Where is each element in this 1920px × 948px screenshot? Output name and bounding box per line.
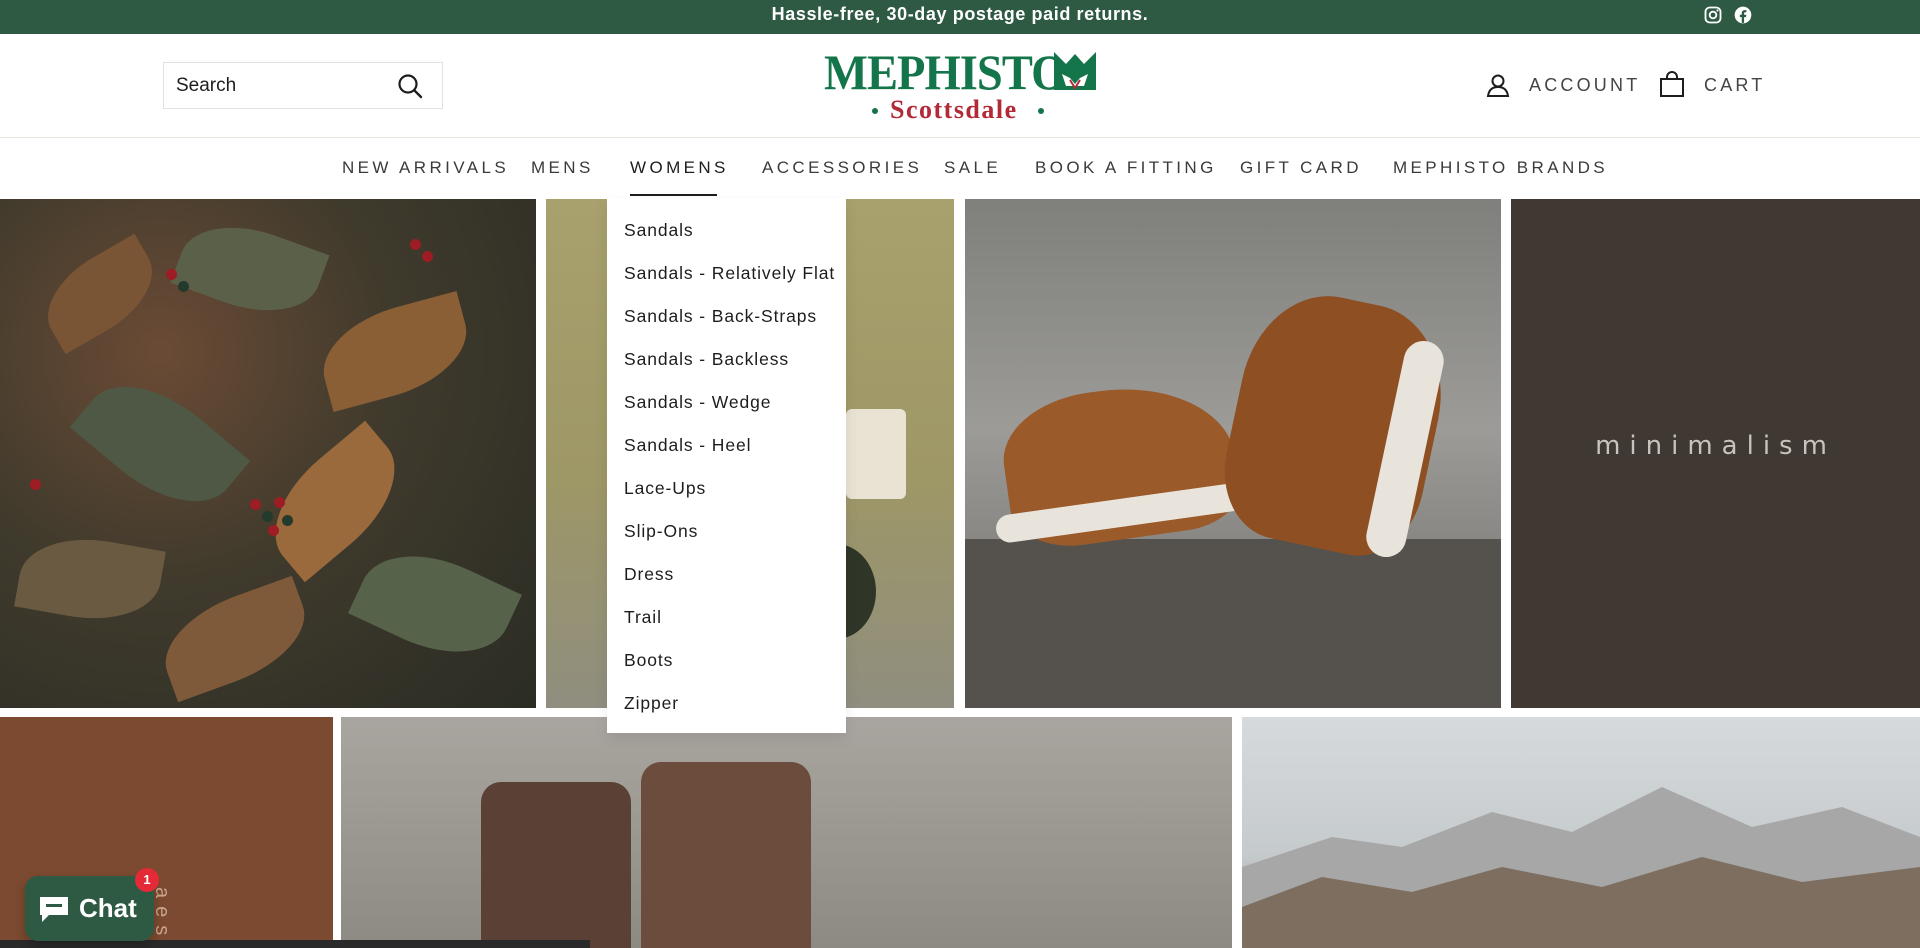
announcement-bar: Hassle-free, 30-day postage paid returns… xyxy=(0,0,1920,34)
logo-dot xyxy=(872,108,878,114)
account-link[interactable]: ACCOUNT xyxy=(1485,60,1640,110)
bottom-bar xyxy=(0,940,590,948)
facebook-icon[interactable] xyxy=(1733,5,1753,25)
berry xyxy=(274,497,285,508)
logo-wordmark: MEPHISTO xyxy=(824,44,1067,100)
user-icon xyxy=(1486,74,1510,97)
chat-label: Chat xyxy=(79,893,137,923)
boot-right xyxy=(641,762,811,948)
cart-link[interactable]: CART xyxy=(1658,60,1765,110)
berry xyxy=(268,525,279,536)
chat-button[interactable]: Chat xyxy=(25,876,154,941)
leaf-shape xyxy=(348,531,522,677)
boot-left xyxy=(481,782,631,948)
menu-item-boots[interactable]: Boots xyxy=(607,640,846,683)
menu-item-trail[interactable]: Trail xyxy=(607,597,846,640)
site-logo[interactable]: MEPHISTO Scottsdale xyxy=(820,46,1100,124)
candle-shape xyxy=(846,409,906,499)
nav-item-sale[interactable]: SALE xyxy=(944,138,1001,198)
nav-item-mephisto-brands[interactable]: MEPHISTO BRANDS xyxy=(1393,138,1608,198)
menu-item-sandals-backless[interactable]: Sandals - Backless xyxy=(607,339,846,382)
leaf-shape xyxy=(311,291,479,412)
leaf-shape xyxy=(14,527,166,631)
account-label: ACCOUNT xyxy=(1529,74,1641,95)
leaf-shape xyxy=(30,233,170,355)
logo-dot xyxy=(1038,108,1044,114)
logo-subtitle: Scottsdale xyxy=(890,95,1018,124)
search-input[interactable] xyxy=(164,63,384,108)
search-icon[interactable] xyxy=(396,72,424,100)
mephisto-logo-icon xyxy=(1054,52,1096,90)
menu-item-dress[interactable]: Dress xyxy=(607,554,846,597)
hero-tile-berries[interactable] xyxy=(0,199,536,708)
menu-item-sandals-wedge[interactable]: Sandals - Wedge xyxy=(607,382,846,425)
instagram-icon[interactable] xyxy=(1703,5,1723,25)
stone-floor xyxy=(965,539,1501,708)
berry xyxy=(30,479,41,490)
nav-item-mens[interactable]: MENS xyxy=(531,138,594,198)
menu-item-sandals-back-straps[interactable]: Sandals - Back-Straps xyxy=(607,296,846,339)
main-nav: NEW ARRIVALS MENS WOMENS ACCESSORIES SAL… xyxy=(0,138,1920,198)
menu-item-sandals[interactable]: Sandals xyxy=(607,210,846,253)
berry xyxy=(178,281,189,292)
search-box xyxy=(163,62,443,109)
site-header: MEPHISTO Scottsdale ACCOUNT CART xyxy=(0,34,1920,138)
mountains-graphic xyxy=(1242,787,1920,948)
menu-item-sandals-heel[interactable]: Sandals - Heel xyxy=(607,425,846,468)
berry xyxy=(422,251,433,262)
menu-item-zipper[interactable]: Zipper xyxy=(607,683,846,726)
shopping-bag-icon xyxy=(1660,71,1684,97)
menu-item-sandals-relatively-flat[interactable]: Sandals - Relatively Flat xyxy=(607,253,846,296)
menu-item-lace-ups[interactable]: Lace-Ups xyxy=(607,468,846,511)
nav-active-indicator xyxy=(630,194,717,196)
hero-tile-mountains[interactable] xyxy=(1242,717,1920,948)
chat-bubble-icon xyxy=(40,896,68,922)
cart-label: CART xyxy=(1704,74,1766,95)
nav-item-womens[interactable]: WOMENS xyxy=(630,138,729,198)
nav-item-new-arrivals[interactable]: NEW ARRIVALS xyxy=(342,138,509,198)
chat-notification-badge: 1 xyxy=(135,868,159,892)
hero-tile-minimalism[interactable]: minimalism xyxy=(1511,199,1920,708)
berry xyxy=(262,511,273,522)
leaf-shape xyxy=(150,575,320,703)
nav-item-accessories[interactable]: ACCESSORIES xyxy=(762,138,922,198)
berry xyxy=(410,239,421,250)
nav-item-book-a-fitting[interactable]: BOOK A FITTING xyxy=(1035,138,1217,198)
berry xyxy=(166,269,177,280)
berry xyxy=(250,499,261,510)
hero-tile-sneakers[interactable] xyxy=(965,199,1501,708)
womens-dropdown-menu: Sandals Sandals - Relatively Flat Sandal… xyxy=(607,198,846,733)
leaf-shape xyxy=(69,358,251,530)
announcement-text: Hassle-free, 30-day postage paid returns… xyxy=(771,4,1149,24)
hero-tile-boots[interactable] xyxy=(341,717,1232,948)
leaf-shape xyxy=(170,207,330,331)
nav-item-gift-card[interactable]: GIFT CARD xyxy=(1240,138,1362,198)
minimalism-text: minimalism xyxy=(1595,431,1836,461)
menu-item-slip-ons[interactable]: Slip-Ons xyxy=(607,511,846,554)
berry xyxy=(282,515,293,526)
